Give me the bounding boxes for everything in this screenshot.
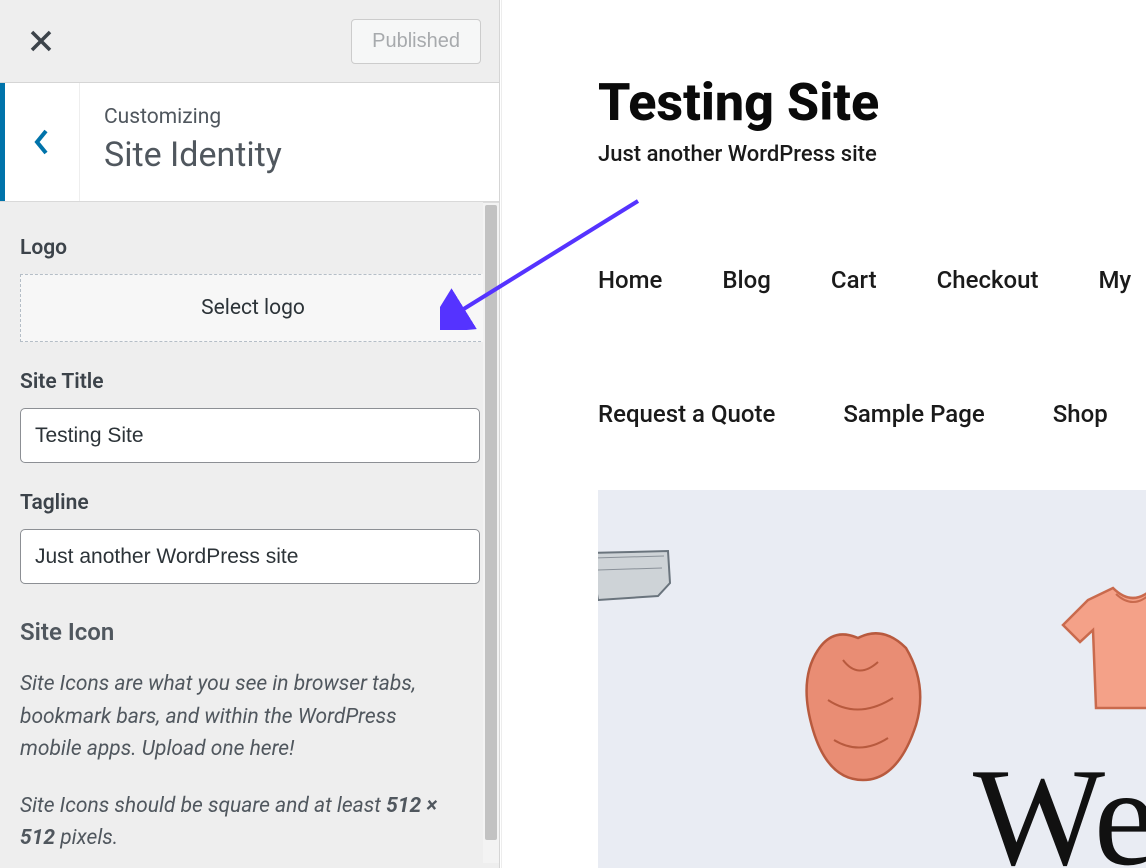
close-button[interactable]	[18, 18, 64, 64]
site-icon-desc-2-pre: Site Icons should be square and at least	[20, 794, 386, 818]
preview-nav-row2: Request a Quote Sample Page Shop	[598, 400, 1108, 428]
section-header: Customizing Site Identity	[0, 83, 499, 202]
site-icon-desc-1: Site Icons are what you see in browser t…	[20, 668, 460, 766]
garment-illustration	[598, 548, 678, 608]
preview-nav-row1: Home Blog Cart Checkout My	[598, 266, 1131, 294]
nav-link[interactable]: My	[1098, 266, 1131, 294]
tagline-input[interactable]	[20, 529, 480, 584]
site-preview: Testing Site Just another WordPress site…	[521, 0, 1146, 868]
back-button[interactable]	[0, 83, 80, 201]
section-titles: Customizing Site Identity	[80, 83, 499, 201]
garment-illustration	[1058, 580, 1146, 720]
nav-link[interactable]: Shop	[1053, 400, 1108, 428]
select-logo-button[interactable]: Select logo	[20, 274, 486, 342]
preview-hero-banner: We	[598, 490, 1146, 868]
nav-link[interactable]: Sample Page	[843, 400, 984, 428]
panel-scrollbar-thumb[interactable]	[485, 205, 497, 840]
chevron-left-icon	[33, 128, 51, 156]
nav-link[interactable]: Home	[598, 266, 662, 294]
close-icon	[30, 30, 52, 52]
customizer-topbar: Published	[0, 0, 499, 83]
site-title-label: Site Title	[20, 370, 479, 394]
garment-illustration	[788, 630, 938, 790]
section-kicker: Customizing	[104, 105, 475, 129]
site-icon-desc-2-post: pixels.	[55, 826, 118, 850]
nav-link[interactable]: Blog	[722, 266, 771, 294]
tagline-label: Tagline	[20, 491, 479, 515]
preview-site-title[interactable]: Testing Site	[598, 72, 879, 133]
panel-preview-divider	[501, 0, 521, 868]
logo-label: Logo	[20, 236, 479, 260]
customizer-panel: Published Customizing Site Identity Logo…	[0, 0, 500, 868]
nav-link[interactable]: Cart	[831, 266, 877, 294]
site-icon-desc-2: Site Icons should be square and at least…	[20, 790, 460, 855]
section-title: Site Identity	[104, 135, 475, 175]
publish-status-button[interactable]: Published	[351, 19, 481, 64]
nav-link[interactable]: Request a Quote	[598, 400, 775, 428]
panel-body: Logo Select logo Site Title Tagline Site…	[0, 202, 499, 863]
panel-scrollbar[interactable]	[483, 202, 499, 863]
preview-hero-text: We	[973, 737, 1146, 868]
nav-link[interactable]: Checkout	[937, 266, 1039, 294]
preview-site-tagline: Just another WordPress site	[598, 142, 877, 167]
site-icon-heading: Site Icon	[20, 618, 479, 646]
site-title-input[interactable]	[20, 408, 480, 463]
